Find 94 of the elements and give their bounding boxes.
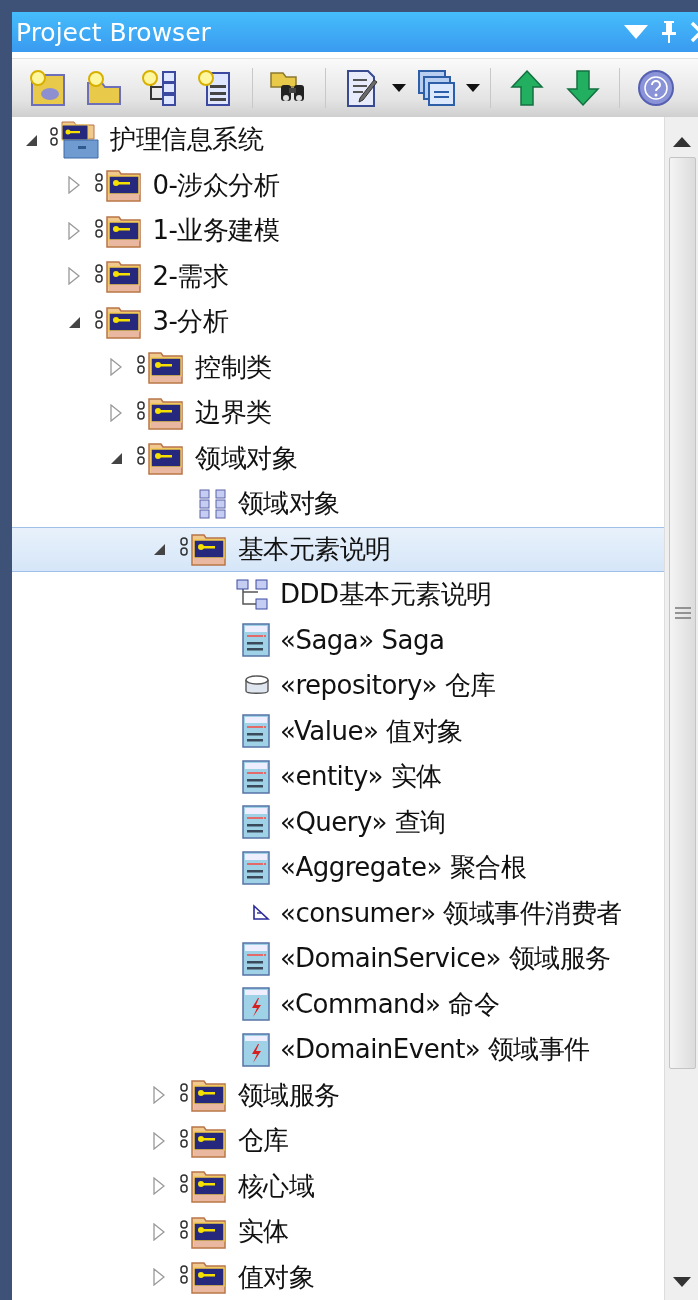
tree-item[interactable]: 2-需求	[12, 253, 664, 299]
package-icon	[179, 1260, 228, 1295]
tree-item-label: «consumer» 领域事件消费者	[280, 896, 622, 930]
package-icon	[94, 213, 143, 248]
tree-item-label: 护理信息系统	[110, 123, 263, 157]
help-icon	[637, 69, 675, 107]
tree-item[interactable]: 领域对象	[12, 481, 664, 527]
scroll-up-icon[interactable]	[673, 137, 691, 147]
tree-item-label: 领域服务	[237, 1078, 340, 1112]
new-diagram-icon	[141, 69, 179, 107]
tree-item-label: 2-需求	[152, 259, 229, 293]
tree-item-label: 领域对象	[237, 487, 340, 521]
tree-item[interactable]: «DomainService» 领域服务	[12, 936, 664, 982]
tree-item[interactable]: 领域对象	[12, 435, 664, 481]
triangle-icon	[252, 904, 270, 923]
tree-item[interactable]: 0-涉众分析	[12, 162, 664, 208]
grip-icon	[674, 607, 691, 619]
diagram-icon	[197, 487, 228, 520]
pin-icon[interactable]	[660, 20, 678, 44]
model-icon	[50, 119, 100, 160]
class-icon	[242, 805, 270, 840]
package-icon	[179, 1123, 228, 1158]
tree-item[interactable]: 实体	[12, 1209, 664, 1255]
dropdown-icon[interactable]	[624, 25, 648, 39]
tree-item[interactable]: 值对象	[12, 1254, 664, 1300]
tree-item-label: 1-业务建模	[152, 214, 280, 248]
diagram-icon	[236, 577, 270, 612]
tree-item-label: DDD基本元素说明	[280, 578, 492, 612]
package-icon	[179, 1214, 228, 1249]
caret-icon[interactable]	[392, 84, 406, 92]
package-icon	[137, 441, 185, 476]
package-icon	[137, 395, 185, 430]
tree-item-label: 领域对象	[195, 441, 297, 475]
tree-item-label: 仓库	[237, 1124, 289, 1158]
package-icon	[137, 350, 185, 385]
scroll-down-icon[interactable]	[673, 1277, 691, 1287]
tree-item-label: 3-分析	[152, 305, 229, 339]
class-icon	[242, 941, 270, 976]
lightning-icon	[242, 987, 270, 1022]
tree-item-label: 核心域	[237, 1169, 314, 1203]
down-arrow-icon	[566, 69, 600, 107]
tree-item-label: «Aggregate» 聚合根	[280, 851, 527, 885]
package-icon	[179, 532, 228, 567]
tree-item-label: «entity» 实体	[280, 760, 442, 794]
tree-item[interactable]: «Saga» Saga	[12, 617, 664, 663]
tree-item-label: 边界类	[195, 396, 272, 430]
tree-item[interactable]: 核心域	[12, 1163, 664, 1209]
class-icon	[242, 850, 270, 885]
class-icon	[242, 623, 270, 658]
tree-item[interactable]: «Aggregate» 聚合根	[12, 845, 664, 891]
tree-item-label: «Value» 值对象	[280, 714, 463, 748]
tree-item[interactable]: 领域服务	[12, 1072, 664, 1118]
tree-item[interactable]: «consumer» 领域事件消费者	[12, 890, 664, 936]
scrollbar[interactable]	[664, 117, 698, 1300]
tree-item[interactable]: 控制类	[12, 344, 664, 390]
scroll-thumb[interactable]	[669, 157, 696, 1069]
package-icon	[94, 259, 143, 294]
tree-item-label: 值对象	[237, 1260, 314, 1294]
tree-item[interactable]: DDD基本元素说明	[12, 572, 664, 618]
tree-item[interactable]: «entity» 实体	[12, 754, 664, 800]
tree-item-label: «Saga» Saga	[280, 625, 445, 656]
lightning-icon	[242, 1032, 270, 1067]
caret-icon[interactable]	[466, 84, 480, 92]
new-model-icon	[29, 69, 67, 107]
package-icon	[94, 168, 143, 203]
tree-item[interactable]: «Command» 命令	[12, 981, 664, 1027]
tree-item[interactable]: 1-业务建模	[12, 208, 664, 254]
class-icon	[242, 714, 270, 749]
tree-item[interactable]: «DomainEvent» 领域事件	[12, 1027, 664, 1073]
package-icon	[94, 304, 143, 339]
tree-item[interactable]: 基本元素说明	[12, 526, 664, 572]
up-arrow-icon	[510, 69, 544, 107]
tree-item-label: «DomainEvent» 领域事件	[280, 1033, 590, 1067]
tree-item-label: «Command» 命令	[280, 987, 500, 1021]
windows-icon	[416, 68, 456, 108]
tree-item-label: 控制类	[195, 350, 272, 384]
tree-item[interactable]: 仓库	[12, 1118, 664, 1164]
tree-item-label: 基本元素说明	[237, 532, 391, 566]
tree-item[interactable]: 3-分析	[12, 299, 664, 345]
tree-item[interactable]: 护理信息系统	[12, 117, 664, 163]
tree-item-label: 0-涉众分析	[152, 168, 280, 202]
package-icon	[179, 1078, 228, 1113]
window-title: Project Browser	[16, 17, 212, 47]
tree-item-label: 实体	[237, 1215, 289, 1249]
tree-item-label: «Query» 查询	[280, 805, 446, 839]
tree-item[interactable]: «Value» 值对象	[12, 708, 664, 754]
tree-item[interactable]: «repository» 仓库	[12, 663, 664, 709]
package-icon	[179, 1169, 228, 1204]
tree-item-label: «repository» 仓库	[280, 669, 496, 703]
tree-item[interactable]: «Query» 查询	[12, 799, 664, 845]
new-package-icon	[85, 69, 123, 107]
class-icon	[242, 759, 270, 794]
tree-item-label: «DomainService» 领域服务	[280, 942, 611, 976]
tree-item[interactable]: 边界类	[12, 390, 664, 436]
